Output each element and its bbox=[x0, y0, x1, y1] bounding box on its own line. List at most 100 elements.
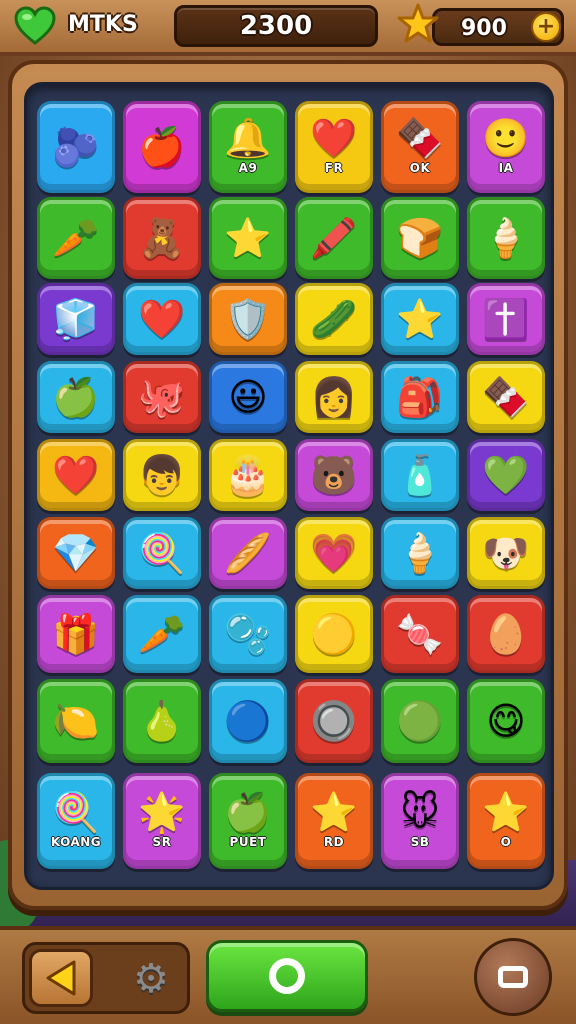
board-tile[interactable]: 💗 bbox=[295, 517, 373, 589]
board-tile[interactable]: 🔘 bbox=[295, 679, 373, 763]
board-tile[interactable]: 🍎 bbox=[123, 101, 201, 193]
board-tile[interactable]: 🥕 bbox=[123, 595, 201, 673]
board-tile[interactable]: ❤️ bbox=[37, 439, 115, 511]
board-tile[interactable]: 👦 bbox=[123, 439, 201, 511]
tile-item-icon: 🍏 bbox=[52, 375, 100, 419]
board-tile[interactable]: 🐶 bbox=[467, 517, 545, 589]
tile-label: RD bbox=[323, 835, 345, 849]
tile-label: PUET bbox=[229, 835, 267, 849]
board-tile[interactable]: 🍦 bbox=[467, 197, 545, 279]
menu-square-icon bbox=[498, 966, 528, 988]
board-tile[interactable]: 🍐 bbox=[123, 679, 201, 763]
board-tile[interactable]: 🐙 bbox=[123, 361, 201, 433]
board-tile[interactable]: 👩 bbox=[295, 361, 373, 433]
board-tile[interactable]: 🍭 bbox=[123, 517, 201, 589]
tile-item-icon: 🐙 bbox=[138, 375, 186, 419]
tile-item-icon: 👦 bbox=[138, 453, 186, 497]
tile-item-icon: 🔔 bbox=[224, 116, 272, 160]
board-tile[interactable]: 😃 bbox=[209, 361, 287, 433]
tile-item-icon: 🥒 bbox=[310, 297, 358, 341]
tile-item-icon: 🐻 bbox=[310, 453, 358, 497]
tile-item-icon: ⭐ bbox=[396, 297, 444, 341]
board-tile[interactable]: 💎 bbox=[37, 517, 115, 589]
board-tile[interactable]: 🌟 SR bbox=[123, 773, 201, 869]
tile-item-icon: 🍎 bbox=[138, 125, 186, 169]
tile-item-icon: 🍬 bbox=[396, 612, 444, 656]
board-tile[interactable]: 🍦 bbox=[381, 517, 459, 589]
board-tile[interactable]: 🙂 IA bbox=[467, 101, 545, 193]
board-tile[interactable]: 🍫 bbox=[467, 361, 545, 433]
board-tile[interactable]: 🍫 OK bbox=[381, 101, 459, 193]
board-tile[interactable]: 🎂 bbox=[209, 439, 287, 511]
tile-item-icon: 🧸 bbox=[138, 216, 186, 260]
tile-item-icon: 🫐 bbox=[52, 125, 100, 169]
board-tile[interactable]: 🥚 bbox=[467, 595, 545, 673]
board-tile[interactable]: 🧊 bbox=[37, 283, 115, 355]
tile-item-icon: 🥚 bbox=[482, 612, 530, 656]
board-tile[interactable]: 🎒 bbox=[381, 361, 459, 433]
settings-button[interactable]: ⚙ bbox=[125, 953, 177, 1005]
tile-item-icon: ❤️ bbox=[52, 453, 100, 497]
add-coins-button[interactable]: + bbox=[531, 12, 561, 42]
tile-item-icon: ✝️ bbox=[482, 297, 530, 341]
gear-icon: ⚙ bbox=[133, 956, 169, 1002]
back-button[interactable] bbox=[29, 949, 93, 1007]
board-tile[interactable]: 🥒 bbox=[295, 283, 373, 355]
board-tile[interactable]: 🍞 bbox=[381, 197, 459, 279]
board-tile[interactable]: 🔔 A9 bbox=[209, 101, 287, 193]
tile-label: IA bbox=[498, 161, 514, 175]
coin-display: 900 + bbox=[432, 8, 564, 46]
tile-item-icon: 🧴 bbox=[396, 453, 444, 497]
tile-label: OK bbox=[409, 161, 431, 175]
tile-item-icon: 🌟 bbox=[138, 790, 186, 834]
tile-item-icon: 🖍️ bbox=[310, 216, 358, 260]
board-tile[interactable]: ⭐ RD bbox=[295, 773, 373, 869]
board-tile[interactable]: ❤️ FR bbox=[295, 101, 373, 193]
board-tile[interactable]: 🍋 bbox=[37, 679, 115, 763]
play-button[interactable] bbox=[206, 940, 368, 1012]
board-tile[interactable]: ⭐ bbox=[209, 197, 287, 279]
board-tile[interactable]: 🥕 bbox=[37, 197, 115, 279]
board-tile[interactable]: 🥖 bbox=[209, 517, 287, 589]
tile-item-icon: 👩 bbox=[310, 375, 358, 419]
board-tile[interactable]: 🛡️ bbox=[209, 283, 287, 355]
tile-item-icon: ⭐ bbox=[310, 790, 358, 834]
play-ring-icon bbox=[269, 958, 305, 994]
board-tile[interactable]: 🫐 bbox=[37, 101, 115, 193]
board-tile[interactable]: 🧸 bbox=[123, 197, 201, 279]
tile-item-icon: 🍭 bbox=[138, 531, 186, 575]
board-tile[interactable]: 🍭 KOANG bbox=[37, 773, 115, 869]
board-tile[interactable]: 🧴 bbox=[381, 439, 459, 511]
tile-item-icon: ⭐ bbox=[482, 790, 530, 834]
tile-item-icon: 😃 bbox=[228, 375, 268, 419]
board-tile[interactable]: 🐭 SB bbox=[381, 773, 459, 869]
board-tile[interactable]: 🎁 bbox=[37, 595, 115, 673]
board-tile[interactable]: 🐻 bbox=[295, 439, 373, 511]
board-tile[interactable]: 💚 bbox=[467, 439, 545, 511]
board-tile[interactable]: 🫧 bbox=[209, 595, 287, 673]
tile-label: SB bbox=[410, 835, 430, 849]
board-tile[interactable]: 🔵 bbox=[209, 679, 287, 763]
tile-item-icon: 🥕 bbox=[52, 216, 100, 260]
menu-button[interactable] bbox=[474, 938, 552, 1016]
board-tile[interactable]: 🍏 bbox=[37, 361, 115, 433]
tile-item-icon: 🎂 bbox=[224, 453, 272, 497]
tile-item-icon: 🐶 bbox=[482, 531, 530, 575]
board-tile[interactable]: 🖍️ bbox=[295, 197, 373, 279]
tile-item-icon: 💗 bbox=[310, 531, 358, 575]
board-tile[interactable]: 🍬 bbox=[381, 595, 459, 673]
board-tile[interactable]: ❤️ bbox=[123, 283, 201, 355]
score-display: 2300 bbox=[174, 5, 378, 47]
board-tile[interactable]: ✝️ bbox=[467, 283, 545, 355]
board-tile[interactable]: 😋 bbox=[467, 679, 545, 763]
board-tile[interactable]: 🍏 PUET bbox=[209, 773, 287, 869]
tile-item-icon: 🟢 bbox=[396, 699, 444, 743]
tile-label: O bbox=[500, 835, 512, 849]
board-tile[interactable]: ⭐ bbox=[381, 283, 459, 355]
tile-item-icon: 🛡️ bbox=[224, 297, 272, 341]
tile-item-icon: 🐭 bbox=[400, 790, 440, 834]
board-tile[interactable]: ⭐ O bbox=[467, 773, 545, 869]
tile-item-icon: 🥕 bbox=[138, 612, 186, 656]
board-tile[interactable]: 🟢 bbox=[381, 679, 459, 763]
board-tile[interactable]: 🟡 bbox=[295, 595, 373, 673]
